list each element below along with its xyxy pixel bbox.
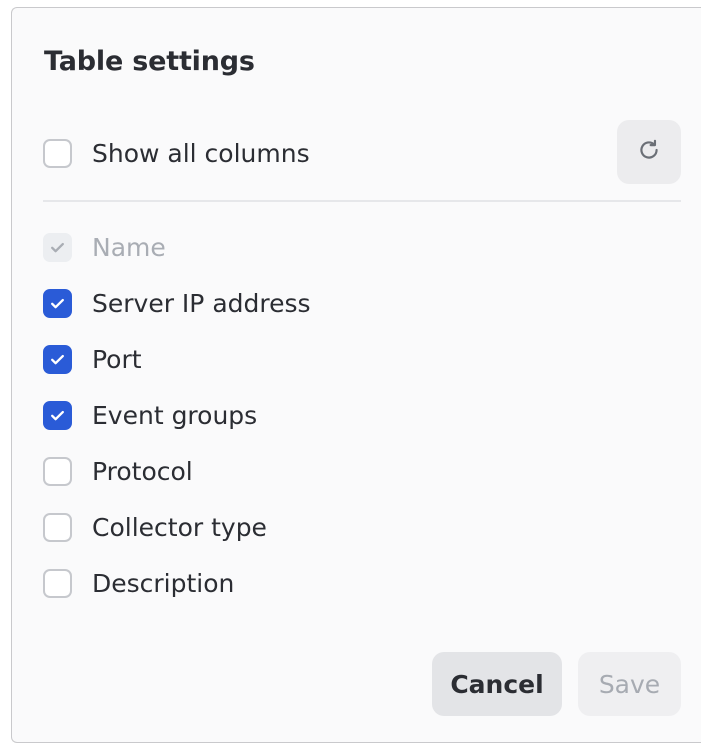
check-icon [49, 295, 66, 312]
column-row[interactable]: Port [43, 342, 142, 376]
show-all-columns-checkbox[interactable] [43, 138, 72, 168]
column-row[interactable]: Server IP address [43, 286, 311, 320]
column-checkbox[interactable] [43, 568, 72, 598]
column-checkbox[interactable] [43, 344, 72, 374]
column-checkbox[interactable] [43, 288, 72, 318]
column-row[interactable]: Description [43, 566, 234, 600]
table-settings-dialog: Table settings Show all columns Name Serv… [11, 7, 701, 743]
column-label[interactable]: Server IP address [92, 289, 311, 318]
column-label[interactable]: Port [92, 345, 142, 374]
check-icon [49, 239, 66, 256]
divider [43, 200, 681, 202]
column-row[interactable]: Collector type [43, 510, 267, 544]
show-all-columns-row[interactable]: Show all columns [43, 136, 310, 170]
column-label[interactable]: Protocol [92, 457, 193, 486]
refresh-icon [636, 137, 662, 167]
column-label[interactable]: Description [92, 569, 234, 598]
column-label[interactable]: Collector type [92, 513, 267, 542]
column-row[interactable]: Protocol [43, 454, 193, 488]
column-label: Name [92, 232, 166, 262]
column-label[interactable]: Event groups [92, 401, 257, 430]
check-icon [49, 351, 66, 368]
column-checkbox [43, 232, 72, 262]
column-checkbox[interactable] [43, 400, 72, 430]
cancel-button[interactable]: Cancel [432, 652, 562, 716]
dialog-title: Table settings [44, 46, 255, 77]
column-row[interactable]: Event groups [43, 398, 257, 432]
column-row: Name [43, 230, 166, 264]
column-checkbox[interactable] [43, 456, 72, 486]
reset-columns-button[interactable] [617, 120, 681, 184]
show-all-columns-label[interactable]: Show all columns [92, 139, 310, 168]
check-icon [49, 407, 66, 424]
column-checkbox[interactable] [43, 512, 72, 542]
save-button[interactable]: Save [578, 652, 681, 716]
